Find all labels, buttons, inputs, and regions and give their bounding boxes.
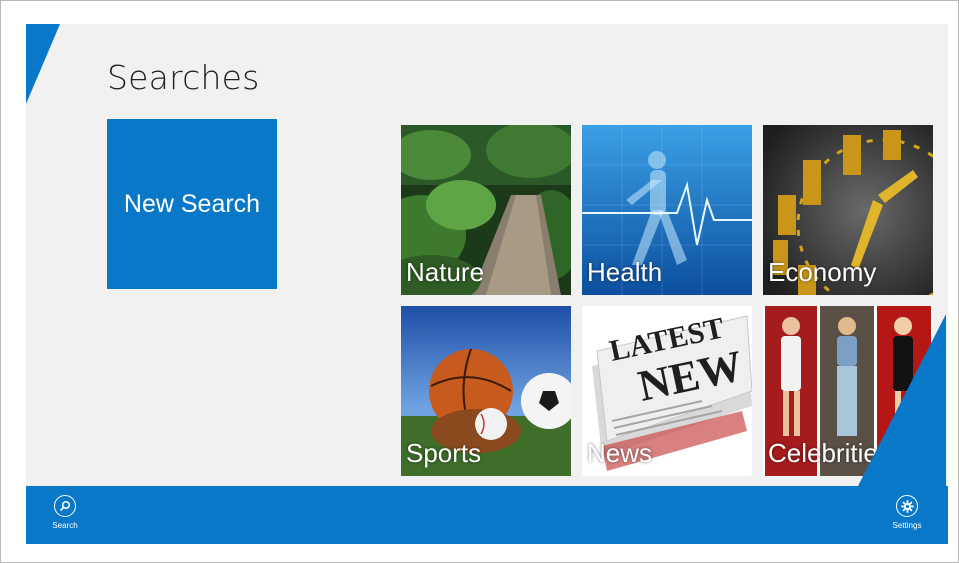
appbar-search-button[interactable]: Search [40, 495, 90, 530]
category-tile-economy[interactable]: Economy [763, 125, 933, 295]
category-tile-sports[interactable]: Sports [401, 306, 571, 476]
new-search-tile[interactable]: New Search [107, 119, 277, 289]
appbar-settings-button[interactable]: Settings [882, 495, 932, 530]
page-title: Searches [107, 58, 260, 97]
tile-label: Economy [768, 257, 877, 287]
app-bar: Search Settings [26, 486, 948, 544]
window-frame: Searches New Search Nature Health Econom… [0, 0, 959, 563]
search-icon [54, 495, 76, 517]
category-grid: Nature Health Economy Sports LATEST NEW … [401, 125, 933, 477]
new-search-label: New Search [123, 189, 261, 218]
corner-accent [26, 24, 60, 104]
tile-label: Health [587, 257, 663, 287]
appbar-search-label: Search [52, 521, 78, 530]
category-tile-health[interactable]: Health [582, 125, 752, 295]
tile-label: Sports [406, 438, 482, 468]
category-tile-nature[interactable]: Nature [401, 125, 571, 295]
tile-label: Nature [406, 257, 485, 287]
app-canvas: Searches New Search Nature Health Econom… [26, 24, 948, 544]
tile-label: News [587, 438, 653, 468]
category-tile-news[interactable]: LATEST NEW News [582, 306, 752, 476]
appbar-settings-label: Settings [892, 521, 922, 530]
gear-icon [896, 495, 918, 517]
edge-accent [858, 314, 946, 486]
